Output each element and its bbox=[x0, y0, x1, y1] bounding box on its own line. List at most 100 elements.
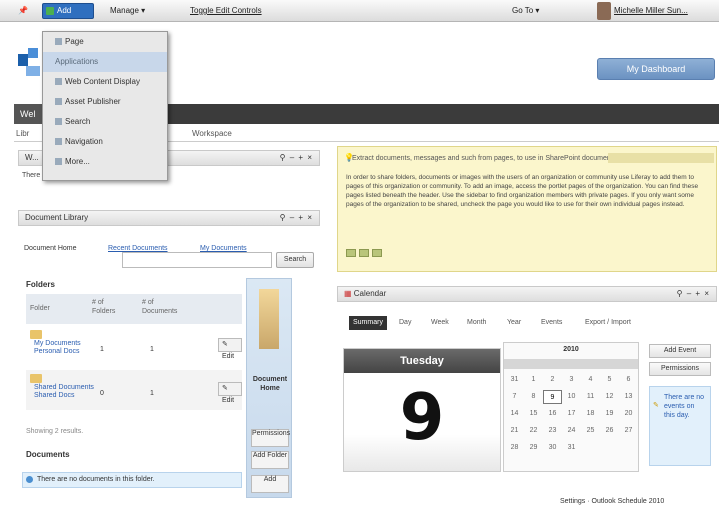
footer: Settings · Outlook Schedule 2010 bbox=[560, 498, 665, 505]
user-menu[interactable]: Michelle Miller Sun... bbox=[614, 4, 688, 18]
tab-document-home[interactable]: Document Home bbox=[24, 242, 77, 256]
doclib-controls[interactable]: ⚲ – + × bbox=[280, 211, 313, 225]
doclib-header: Document Library ⚲ – + × bbox=[18, 210, 320, 226]
edit-button[interactable]: ✎ Edit bbox=[218, 382, 242, 404]
calendar-day[interactable]: 7 bbox=[505, 390, 524, 404]
calendar-day[interactable]: 2 bbox=[543, 373, 562, 387]
folder-icon bbox=[30, 374, 42, 383]
weekday-header bbox=[504, 359, 638, 369]
calendar-permissions-button[interactable]: Permissions bbox=[649, 362, 711, 376]
calendar-day[interactable]: 11 bbox=[581, 390, 600, 404]
add-button[interactable]: Add bbox=[42, 3, 94, 19]
menu-item-more[interactable]: More... bbox=[43, 152, 167, 172]
calendar-day[interactable]: 29 bbox=[524, 441, 543, 455]
tab-day[interactable]: Day bbox=[399, 316, 411, 330]
tab-export-import[interactable]: Export / Import bbox=[585, 316, 631, 330]
goto-menu[interactable]: Go To ▾ bbox=[512, 4, 539, 18]
calendar-day[interactable]: 30 bbox=[543, 441, 562, 455]
portlet-controls[interactable]: ⚲ – + × bbox=[280, 151, 313, 165]
no-events-note: ✎ There are no events on this day. bbox=[649, 386, 711, 466]
alert-pager[interactable] bbox=[346, 249, 390, 259]
calendar-day[interactable]: 21 bbox=[505, 424, 524, 438]
calendar-day[interactable]: 9 bbox=[543, 390, 562, 404]
menu-item-asset-publisher[interactable]: Asset Publisher bbox=[43, 92, 167, 112]
calendar-day[interactable]: 28 bbox=[505, 441, 524, 455]
calendar-day bbox=[581, 441, 600, 455]
menu-item-navigation[interactable]: Navigation bbox=[43, 132, 167, 152]
calendar-day[interactable]: 23 bbox=[543, 424, 562, 438]
calendar-day[interactable]: 19 bbox=[600, 407, 619, 421]
document-library: Document Home Recent Documents My Docume… bbox=[18, 226, 320, 498]
calendar-day[interactable]: 14 bbox=[505, 407, 524, 421]
calendar-day[interactable]: 20 bbox=[619, 407, 638, 421]
more-icon bbox=[55, 158, 62, 166]
avatar[interactable] bbox=[597, 2, 611, 20]
web-content-icon bbox=[55, 78, 62, 86]
folder-image bbox=[259, 289, 279, 349]
calendar-day[interactable]: 27 bbox=[619, 424, 638, 438]
calendar-day[interactable]: 31 bbox=[562, 441, 581, 455]
documents-info: There are no documents in this folder. bbox=[22, 472, 242, 488]
table-header: Folder # of Folders # of Documents bbox=[26, 294, 242, 324]
my-dashboard-button[interactable]: My Dashboard bbox=[597, 58, 715, 80]
search-button[interactable]: Search bbox=[276, 252, 314, 268]
add-menu: Page Applications Web Content Display As… bbox=[42, 31, 168, 181]
add-button-side[interactable]: Add bbox=[251, 475, 289, 493]
calendar-day[interactable]: 12 bbox=[600, 390, 619, 404]
crumb-workspace[interactable]: Workspace bbox=[192, 126, 232, 142]
mini-calendar: 2010 31 1 2 3 4 5 6 7 8 9 10 11 12 13 14 15 16 17 18 19 20 21… bbox=[503, 342, 639, 472]
alert-close-bar[interactable] bbox=[608, 153, 714, 163]
menu-item-web-content-display[interactable]: Web Content Display bbox=[43, 72, 167, 92]
plus-icon bbox=[46, 7, 54, 15]
info-alert: 💡 Extract documents, messages and such f… bbox=[337, 146, 717, 272]
add-folder-button[interactable]: Add Folder bbox=[251, 451, 289, 469]
calendar-day[interactable]: 18 bbox=[581, 407, 600, 421]
search-input[interactable] bbox=[122, 252, 272, 268]
dockbar-pin-icon[interactable]: 📌 bbox=[18, 4, 28, 18]
calendar-day[interactable]: 13 bbox=[619, 390, 638, 404]
calendar-day[interactable]: 24 bbox=[562, 424, 581, 438]
toggle-edit-controls[interactable]: Toggle Edit Controls bbox=[190, 4, 262, 18]
calendar-day[interactable]: 26 bbox=[600, 424, 619, 438]
calendar-day[interactable]: 8 bbox=[524, 390, 543, 404]
calendar-day[interactable]: 5 bbox=[600, 373, 619, 387]
calendar-day[interactable]: 10 bbox=[562, 390, 581, 404]
day-name: Tuesday bbox=[344, 349, 500, 373]
calendar-day[interactable]: 3 bbox=[562, 373, 581, 387]
permissions-button[interactable]: Permissions bbox=[251, 429, 290, 447]
menu-item-page[interactable]: Page bbox=[43, 32, 167, 52]
calendar: Summary Day Week Month Year Events Expor… bbox=[337, 286, 717, 482]
edit-button[interactable]: ✎ Edit bbox=[218, 338, 242, 360]
folder-icon bbox=[30, 330, 42, 339]
manage-menu[interactable]: Manage ▾ bbox=[110, 4, 145, 18]
calendar-day[interactable]: 6 bbox=[619, 373, 638, 387]
document-home-panel: Document Home Permissions Add Folder Add bbox=[246, 278, 292, 498]
menu-item-applications[interactable]: Applications bbox=[43, 52, 167, 72]
add-event-button[interactable]: Add Event bbox=[649, 344, 711, 358]
asset-publisher-icon bbox=[55, 98, 62, 106]
calendar-day[interactable]: 17 bbox=[562, 407, 581, 421]
menu-item-search[interactable]: Search bbox=[43, 112, 167, 132]
calendar-day[interactable]: 25 bbox=[581, 424, 600, 438]
day-number: 9 bbox=[399, 381, 445, 455]
tab-year[interactable]: Year bbox=[507, 316, 521, 330]
table-row[interactable]: Shared Documents Shared Docs 0 1 ✎ Edit bbox=[26, 370, 242, 410]
calendar-day[interactable]: 22 bbox=[524, 424, 543, 438]
tab-summary[interactable]: Summary bbox=[349, 316, 387, 330]
crumb-library[interactable]: Libr bbox=[16, 126, 29, 142]
dockbar: 📌 Add Manage ▾ Toggle Edit Controls Go T… bbox=[0, 0, 719, 22]
tab-events[interactable]: Events bbox=[541, 316, 562, 330]
tab-month[interactable]: Month bbox=[467, 316, 486, 330]
calendar-day[interactable]: 1 bbox=[524, 373, 543, 387]
calendar-day[interactable]: 4 bbox=[581, 373, 600, 387]
day-display: Tuesday 9 bbox=[343, 348, 501, 472]
table-row[interactable]: My Documents Personal Docs 1 1 ✎ Edit bbox=[26, 326, 242, 366]
tab-week[interactable]: Week bbox=[431, 316, 449, 330]
folders-title: Folders bbox=[26, 280, 55, 289]
calendar-day[interactable]: 31 bbox=[505, 373, 524, 387]
navigation-icon bbox=[55, 138, 62, 146]
calendar-day[interactable]: 16 bbox=[543, 407, 562, 421]
calendar-day bbox=[600, 441, 619, 455]
calendar-day[interactable]: 15 bbox=[524, 407, 543, 421]
calendar-day bbox=[619, 441, 638, 455]
